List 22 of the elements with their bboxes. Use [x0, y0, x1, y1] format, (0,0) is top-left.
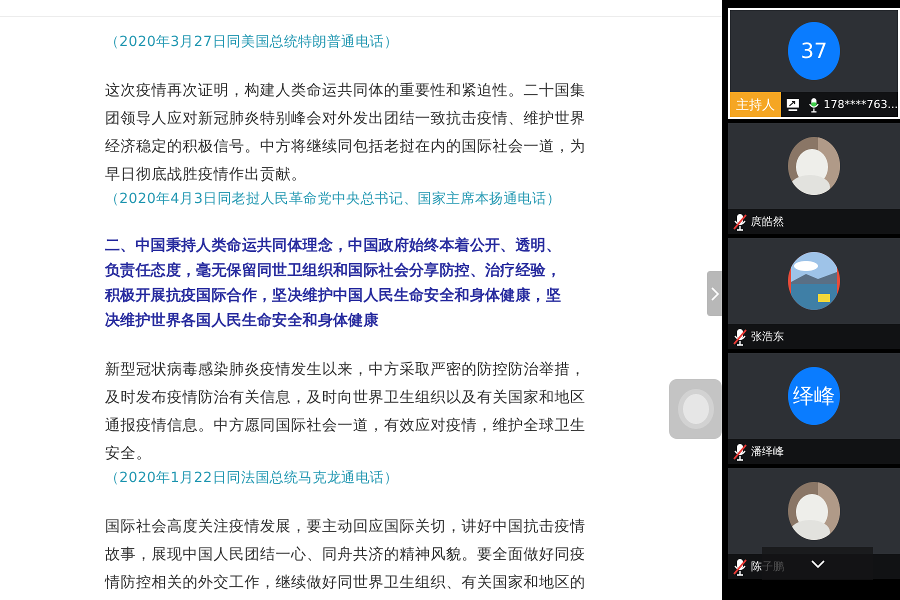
citation-text: （2020年1月22日同法国总统马克龙通电话）: [105, 469, 400, 488]
host-badge: 主持人: [730, 92, 781, 117]
expand-panel-button[interactable]: [707, 271, 722, 316]
paragraph-text: 新型冠状病毒感染肺炎疫情发生以来，中方采取严密的防控防治举措，及时发布疫情防治有关信息，及时向世界卫生组织以及有关国家和地区通报疫情信息。中方愿同国际社会一道，有效应对疫情，维护全球卫生安全。: [105, 359, 586, 464]
participant-name: 178****763...: [824, 98, 898, 111]
avatar: 37: [788, 22, 840, 80]
paragraph-text: 这次疫情再次证明，构建人类命运共同体的重要性和紧迫性。二十国集团领导人应对新冠肺炎特别峰会对外发出团结一致抗击疫情、维护世界经济稳定的积极信号。中方将继续同包括老挝在内的国际社会一道，为早日彻底战胜疫情作出贡献。: [105, 80, 586, 185]
participant-name: 张浩东: [751, 329, 784, 344]
section-heading: 二、中国秉持人类命运共同体理念，中国政府始终本着公开、透明、负责任态度，毫无保留同世卫组织和国际社会分享防控、治疗经验，积极开展抗疫国际合作，坚决维护中国人民生命安全和身体健康，坚决维护世界各国人民生命安全和身体健康: [105, 235, 562, 331]
participant-tile[interactable]: 绎峰 潘绎峰: [728, 353, 900, 464]
participant-tile[interactable]: 庹皓然: [728, 123, 900, 234]
floating-ball-button[interactable]: [669, 379, 722, 439]
participant-name: 潘绎峰: [751, 444, 784, 459]
paragraph-text: 国际社会高度关注疫情发展，要主动回应国际关切，讲好中国抗击疫情故事，展现中国人民团结一心、同舟共济的精神风貌。要全面做好同疫情防控相关的外交工作，继续做好同世界卫生组织、有关国家和地区的: [105, 516, 586, 593]
citation-text: （2020年3月27日同美国总统特朗普通电话）: [105, 33, 400, 52]
avatar: 绎峰: [788, 367, 840, 425]
chevron-down-icon: [810, 558, 826, 568]
participant-tile[interactable]: 37 主持人 178****763...: [728, 8, 900, 119]
participant-name: 庹皓然: [751, 214, 784, 229]
citation-text: （2020年4月3日同老挝人民革命党中央总书记、国家主席本扬通电话）: [105, 190, 562, 209]
chevron-right-icon: [710, 286, 720, 302]
participant-tile[interactable]: 张浩东: [728, 238, 900, 349]
